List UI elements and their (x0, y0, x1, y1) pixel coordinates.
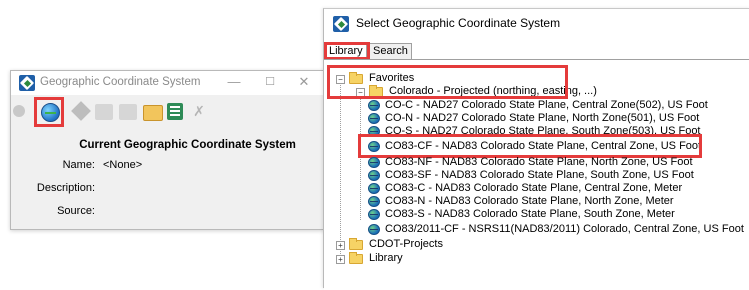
tree-label: CO-S - NAD27 Colorado State Plane, South… (385, 125, 701, 137)
globe-icon (368, 209, 380, 220)
tree-label: CO83/2011-CF - NSRS11(NAD83/2011) Colora… (385, 223, 744, 235)
current-gcs-heading: Current Geographic Coordinate System (79, 139, 296, 151)
tree-label: CO83-N - NAD83 Colorado State Plane, Nor… (385, 195, 674, 207)
description-label: Description: (36, 182, 95, 194)
minimize-button[interactable]: — (224, 73, 244, 91)
gcs-tree: − Favorites − Colorado - Projected (nort… (324, 59, 749, 290)
tree-label: CO83-SF - NAD83 Colorado State Plane, So… (385, 169, 694, 181)
globe-icon (368, 100, 380, 111)
tree-label: CDOT-Projects (369, 238, 443, 250)
folder-icon (349, 72, 363, 84)
info-icon[interactable] (13, 105, 25, 117)
geographic-coordinate-system-window: Geographic Coordinate System — ☐ ✕ ✗ Cur… (10, 70, 325, 230)
folder-icon (369, 85, 383, 97)
globe-icon (368, 113, 380, 124)
source-label: Source: (57, 205, 95, 217)
pin-icon[interactable] (71, 101, 91, 121)
globe-icon (368, 170, 380, 181)
name-value: <None> (103, 159, 143, 171)
delete-icon[interactable]: ✗ (191, 103, 207, 119)
globe-icon (368, 196, 380, 207)
globe-icon (368, 183, 380, 194)
collapse-icon[interactable]: − (356, 88, 365, 97)
tree-label: CO-C - NAD27 Colorado State Plane, Centr… (385, 99, 708, 111)
globe-icon (368, 224, 380, 235)
app-icon (19, 75, 35, 91)
left-title-bar: Geographic Coordinate System — ☐ ✕ (11, 71, 324, 95)
stamp-icon[interactable] (119, 104, 137, 120)
tree-guide (360, 90, 361, 220)
select-gcs-dialog: Select Geographic Coordinate System Libr… (323, 8, 749, 290)
tree-label: CO83-S - NAD83 Colorado State Plane, Sou… (385, 208, 675, 220)
app-icon (333, 16, 349, 32)
tree-label: CO-N - NAD27 Colorado State Plane, North… (385, 112, 700, 124)
globe-icon (368, 126, 380, 137)
globe-icon (368, 141, 380, 152)
dialog-title: Select Geographic Coordinate System (356, 16, 561, 30)
tree-label: CO83-NF - NAD83 Colorado State Plane, No… (385, 156, 693, 168)
tree-label: Favorites (369, 72, 415, 84)
tree-label: CO83-C - NAD83 Colorado State Plane, Cen… (385, 182, 683, 194)
globe-icon (368, 157, 380, 168)
tree-label: Library (369, 252, 403, 264)
highlight-library-tab (324, 42, 370, 60)
maximize-button[interactable]: ☐ (260, 73, 280, 91)
folder-icon[interactable] (143, 105, 163, 121)
tree-guide (340, 78, 341, 256)
tree-label: Colorado - Projected (northing, easting,… (389, 85, 597, 97)
tree-label: CO83-CF - NAD83 Colorado State Plane, Ce… (385, 140, 702, 152)
stamp-icon[interactable] (95, 104, 113, 120)
folder-icon (349, 252, 363, 264)
tab-search[interactable]: Search (369, 43, 412, 59)
collapse-icon[interactable]: − (336, 75, 345, 84)
globe-select-icon[interactable] (41, 103, 60, 122)
expand-icon[interactable]: + (336, 241, 345, 250)
name-label: Name: (62, 159, 95, 171)
close-button[interactable]: ✕ (294, 73, 314, 91)
gcs-toolbar: ✗ (11, 95, 324, 127)
list-icon[interactable] (167, 103, 183, 120)
folder-icon (349, 238, 363, 250)
left-window-title: Geographic Coordinate System (40, 76, 201, 88)
expand-icon[interactable]: + (336, 255, 345, 264)
